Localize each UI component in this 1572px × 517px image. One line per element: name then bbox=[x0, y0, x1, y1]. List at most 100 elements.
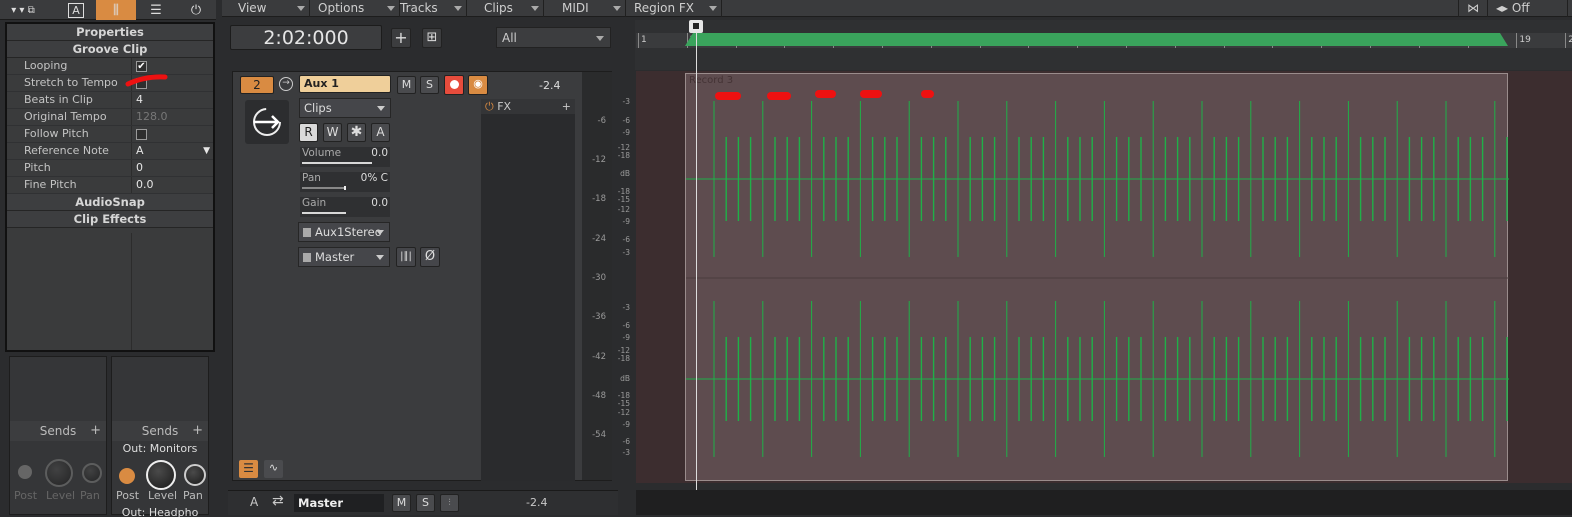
send-post-led[interactable] bbox=[18, 465, 32, 479]
volume-slider[interactable]: Volume 0.0 bbox=[300, 147, 390, 167]
track-icon-box[interactable] bbox=[245, 100, 289, 144]
svg-text:-6: -6 bbox=[623, 321, 631, 330]
output-headphones-label[interactable]: Out: Headpho bbox=[112, 507, 208, 517]
track-view-icon[interactable]: ☰ bbox=[239, 460, 258, 478]
beats-field[interactable]: 4 bbox=[132, 92, 213, 108]
svg-text:-15: -15 bbox=[618, 195, 630, 204]
fine-pitch-field[interactable]: 0.0 bbox=[132, 177, 213, 193]
tab-power-icon[interactable]: ⏻ bbox=[176, 0, 216, 20]
power-icon[interactable]: ⏻ bbox=[485, 100, 494, 113]
master-mute-button[interactable]: M bbox=[392, 494, 411, 512]
dropdown-icon[interactable]: ▾ ▾ ⧉ bbox=[0, 0, 46, 20]
master-lane bbox=[636, 490, 1572, 515]
master-solo-button[interactable]: S bbox=[416, 494, 435, 512]
pan-slider[interactable]: Pan 0% C bbox=[300, 172, 390, 192]
input-arrow-icon[interactable]: → bbox=[279, 77, 293, 91]
follow-pitch-checkbox[interactable] bbox=[136, 129, 147, 140]
prop-row-beats[interactable]: Beats in Clip 4 bbox=[7, 92, 213, 109]
input-echo-button[interactable]: ◉ bbox=[468, 75, 488, 95]
level-label: Level bbox=[46, 489, 76, 502]
svg-text:-6: -6 bbox=[623, 437, 631, 446]
master-name-field[interactable]: Master bbox=[294, 494, 384, 512]
audio-clip[interactable]: Record 3 bbox=[685, 73, 1509, 481]
send-level-knob[interactable] bbox=[45, 459, 73, 487]
send-pan-knob[interactable] bbox=[82, 463, 102, 483]
gain-slider[interactable]: Gain 0.0 bbox=[300, 197, 390, 217]
add-send-icon[interactable]: + bbox=[192, 421, 203, 441]
menubar: View Options Tracks Clips MIDI Region FX… bbox=[222, 0, 1572, 17]
automation-snap-button[interactable]: ✱ bbox=[347, 123, 366, 142]
automation-lane-icon[interactable]: ∿ bbox=[264, 460, 283, 478]
menu-midi[interactable]: MIDI bbox=[554, 0, 626, 17]
svg-text:-18: -18 bbox=[618, 354, 630, 363]
snap-toggle[interactable]: ◂▸ Off bbox=[1488, 0, 1568, 17]
post-label: Post bbox=[116, 489, 140, 502]
menu-options[interactable]: Options bbox=[310, 0, 400, 17]
output-select[interactable]: Master bbox=[298, 247, 390, 267]
pan-label: Pan bbox=[80, 489, 100, 502]
tab-audio-icon[interactable]: ⫼ bbox=[96, 0, 136, 20]
time-display[interactable]: 2:02:000 bbox=[230, 25, 382, 50]
pitch-field[interactable]: 0 bbox=[132, 160, 213, 176]
menu-view[interactable]: View bbox=[230, 0, 310, 17]
archive-button[interactable]: A bbox=[371, 123, 390, 142]
master-route-icon: ⇄ bbox=[272, 493, 284, 509]
track-name-field[interactable]: Aux 1 bbox=[299, 75, 391, 93]
clips-mode-select[interactable]: Clips bbox=[299, 98, 391, 118]
envelope-icon[interactable]: ⋈ bbox=[1458, 0, 1488, 17]
pan-label: Pan bbox=[183, 489, 203, 502]
prop-row-reference-note[interactable]: Reference Note A ▼ bbox=[7, 143, 213, 160]
post-led[interactable] bbox=[119, 468, 135, 484]
prop-row-fine-pitch[interactable]: Fine Pitch 0.0 bbox=[7, 177, 213, 194]
track-meter: -6 -12 -18 -24 -30 -36 -42 -48 -54 bbox=[582, 72, 612, 480]
meter-label: -18 bbox=[592, 194, 606, 204]
tab-arranger-icon[interactable]: A bbox=[56, 0, 96, 20]
add-send-icon[interactable]: + bbox=[90, 421, 101, 441]
clip-effects-header[interactable]: Clip Effects bbox=[7, 211, 213, 228]
menu-region-fx[interactable]: Region FX bbox=[626, 0, 722, 17]
now-time-marker[interactable] bbox=[689, 20, 703, 33]
phase-invert-icon[interactable]: Ø bbox=[420, 247, 440, 267]
pan-knob[interactable] bbox=[184, 464, 206, 486]
track-header: 2 → Aux 1 M S ◉ -2.4 Clips R W ✱ A ⏻ FX +… bbox=[232, 71, 612, 481]
loop-region-bar[interactable] bbox=[685, 33, 1508, 46]
read-automation-button[interactable]: R bbox=[299, 123, 318, 142]
level-knob[interactable] bbox=[146, 460, 176, 490]
master-track-header: A ⇄ Master M S ⫶ -2.4 bbox=[228, 490, 618, 515]
mute-button[interactable]: M bbox=[397, 76, 416, 94]
svg-text:-9: -9 bbox=[623, 420, 631, 429]
prop-row-stretch[interactable]: Stretch to Tempo bbox=[7, 75, 213, 92]
meter-label: -24 bbox=[592, 234, 606, 244]
groove-clip-header[interactable]: Groove Clip bbox=[7, 41, 213, 58]
svg-text:-3: -3 bbox=[623, 248, 631, 257]
prop-row-looping[interactable]: Looping ✔ bbox=[7, 58, 213, 75]
inspector-tabs: ▾ ▾ ⧉ A ⫼ ☰ ⏻ bbox=[0, 0, 216, 20]
reference-note-select[interactable]: A ▼ bbox=[132, 143, 213, 159]
ruler-tick: 19 bbox=[1516, 33, 1531, 48]
input-select[interactable]: Aux1Stereo bbox=[298, 222, 390, 242]
tab-list-icon[interactable]: ☰ bbox=[136, 0, 176, 20]
solo-button[interactable]: S bbox=[420, 76, 439, 94]
tempo-field: 128.0 bbox=[136, 110, 168, 123]
prop-row-pitch[interactable]: Pitch 0 bbox=[7, 160, 213, 177]
svg-text:-18: -18 bbox=[618, 151, 630, 160]
record-arm-button[interactable] bbox=[444, 75, 464, 95]
write-automation-button[interactable]: W bbox=[323, 123, 342, 142]
prop-row-follow-pitch[interactable]: Follow Pitch bbox=[7, 126, 213, 143]
fx-bin[interactable]: ⏻ FX + bbox=[481, 99, 575, 481]
meter-label: -42 bbox=[592, 352, 606, 362]
audiosnap-header[interactable]: AudioSnap bbox=[7, 194, 213, 211]
meter-label: -48 bbox=[592, 391, 606, 401]
duplicate-track-icon[interactable]: ⊞ bbox=[422, 28, 442, 48]
svg-text:-15: -15 bbox=[618, 399, 630, 408]
master-meter-icon[interactable]: ⫶ bbox=[440, 494, 459, 512]
svg-text:-3: -3 bbox=[623, 303, 631, 312]
menu-clips[interactable]: Clips bbox=[476, 0, 544, 17]
add-track-icon[interactable]: + bbox=[391, 28, 411, 48]
add-fx-icon[interactable]: + bbox=[562, 99, 571, 114]
track-filter-select[interactable]: All bbox=[496, 27, 611, 48]
menu-tracks[interactable]: Tracks bbox=[392, 0, 467, 17]
output-label[interactable]: Out: Monitors bbox=[112, 442, 208, 457]
send-icon[interactable]: |∥| bbox=[396, 247, 416, 267]
track-number[interactable]: 2 bbox=[240, 76, 274, 94]
